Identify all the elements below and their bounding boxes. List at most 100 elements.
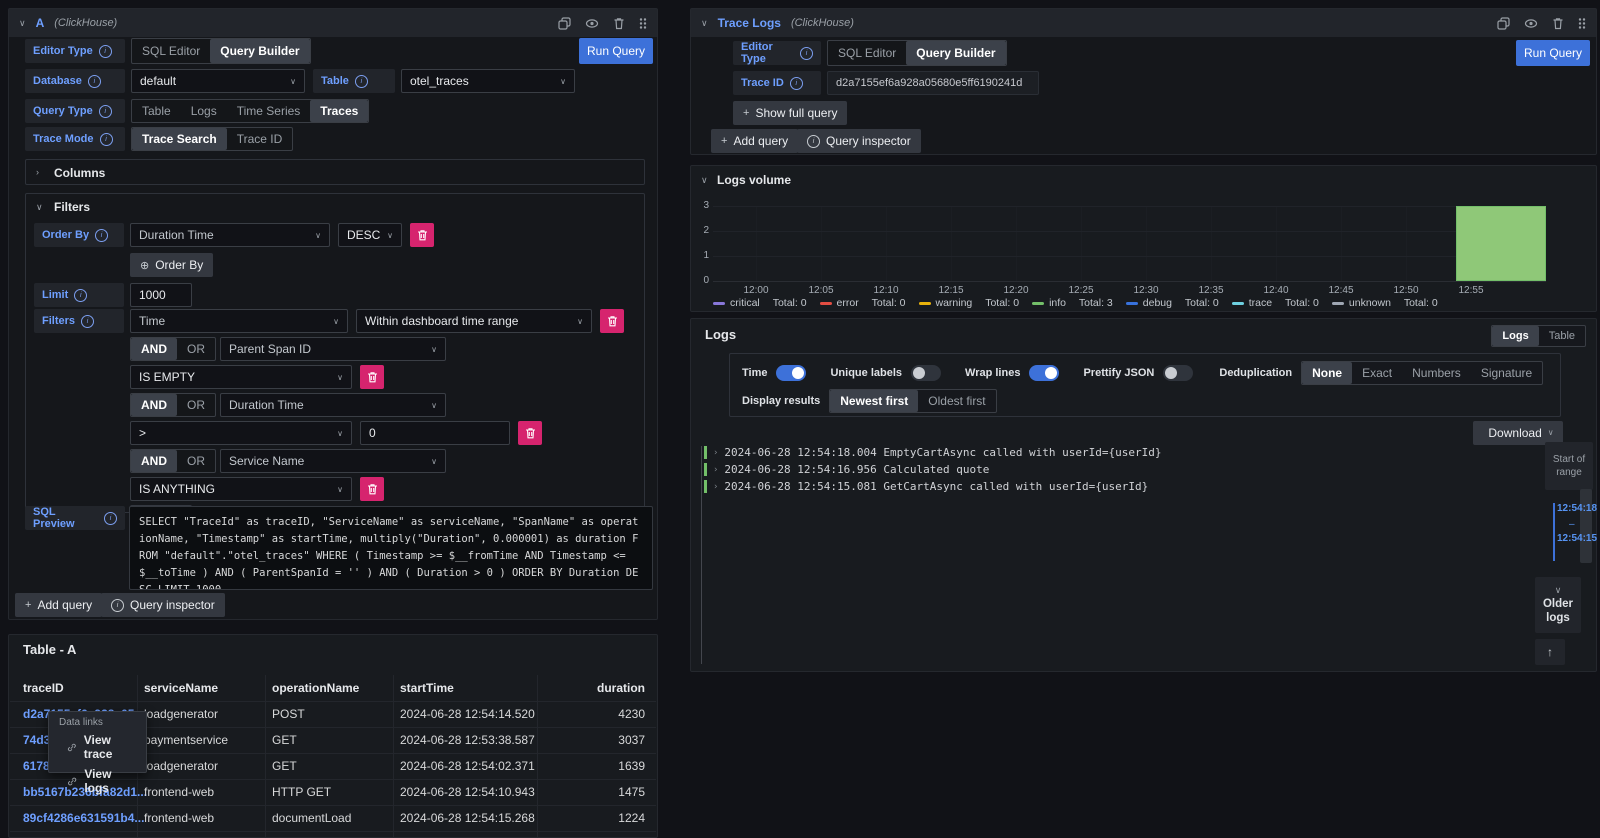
query-inspector-button[interactable]: iQuery inspector (101, 593, 225, 617)
trace-mode-id-option[interactable]: Trace ID (227, 128, 293, 150)
info-log-volume-bar[interactable] (1456, 206, 1546, 281)
dedup-numbers-option[interactable]: Numbers (1402, 362, 1471, 384)
info-icon[interactable]: i (88, 75, 101, 88)
remove-condition3-button[interactable] (360, 477, 384, 501)
or-option[interactable]: OR (177, 338, 215, 360)
database-select[interactable]: default∨ (131, 69, 305, 93)
view-logs-option[interactable]: Logs (1492, 326, 1538, 346)
drag-handle-icon[interactable] (1578, 17, 1586, 30)
prettify-json-toggle[interactable] (1163, 365, 1193, 381)
filter-time-operator-select[interactable]: Within dashboard time range∨ (356, 309, 592, 333)
info-icon[interactable]: i (99, 45, 112, 58)
older-logs-button[interactable]: ∨ Older logs (1535, 577, 1581, 633)
info-icon[interactable]: i (790, 77, 803, 90)
condition2-field-select[interactable]: Duration Time∨ (220, 393, 446, 417)
query-ref-title[interactable]: Trace Logs (718, 16, 781, 30)
add-query-button[interactable]: +Add query (711, 129, 798, 153)
oldest-first-option[interactable]: Oldest first (918, 390, 995, 412)
duplicate-icon[interactable] (1497, 17, 1510, 30)
table-select[interactable]: otel_traces∨ (401, 69, 575, 93)
collapse-chevron-icon[interactable]: ∨ (19, 19, 26, 28)
wrap-lines-toggle[interactable] (1029, 365, 1059, 381)
condition1-field-select[interactable]: Parent Span ID∨ (220, 337, 446, 361)
info-icon[interactable]: i (99, 105, 112, 118)
log-line[interactable]: › 2024-06-28 12:54:15.081 GetCartAsync c… (704, 479, 1148, 494)
view-trace-menu-item[interactable]: View trace (49, 730, 146, 764)
info-icon[interactable]: i (95, 229, 108, 242)
show-full-query-button[interactable]: +Show full query (733, 101, 847, 125)
remove-condition2-button[interactable] (518, 421, 542, 445)
columns-section[interactable]: › Columns (25, 159, 645, 185)
column-header-operationname[interactable]: operationName (272, 681, 359, 695)
logs-volume-plot[interactable] (713, 206, 1546, 282)
remove-time-filter-button[interactable] (600, 309, 624, 333)
remove-condition1-button[interactable] (360, 365, 384, 389)
scroll-to-top-button[interactable]: ↑ (1535, 639, 1565, 665)
run-query-button[interactable]: Run Query (1516, 40, 1590, 66)
legend-item-unknown[interactable]: unknown Total: 0 (1332, 297, 1438, 309)
editor-type-builder-option[interactable]: Query Builder (210, 39, 309, 63)
view-table-option[interactable]: Table (1539, 326, 1585, 346)
hide-query-eye-icon[interactable] (1524, 17, 1538, 30)
condition1-operator-select[interactable]: IS EMPTY∨ (130, 365, 352, 389)
logs-scrollbar[interactable] (1580, 489, 1592, 563)
query-ref-title[interactable]: A (36, 16, 45, 30)
info-icon[interactable]: i (355, 75, 368, 88)
condition2-operator-select[interactable]: >∨ (130, 421, 352, 445)
column-header-duration[interactable]: duration (545, 681, 645, 695)
condition3-operator-select[interactable]: IS ANYTHING∨ (130, 477, 352, 501)
editor-type-builder-option[interactable]: Query Builder (906, 41, 1005, 65)
filter-time-field-select[interactable]: Time∨ (130, 309, 348, 333)
remove-query-trash-icon[interactable] (1552, 17, 1564, 30)
trace-mode-search-option[interactable]: Trace Search (132, 128, 227, 150)
remove-query-trash-icon[interactable] (613, 17, 625, 30)
editor-type-sql-option[interactable]: SQL Editor (132, 39, 210, 63)
log-line[interactable]: › 2024-06-28 12:54:16.956 Calculated quo… (704, 462, 989, 477)
column-header-servicename[interactable]: serviceName (144, 681, 218, 695)
query-type-timeseries-option[interactable]: Time Series (227, 100, 311, 122)
editor-type-sql-option[interactable]: SQL Editor (828, 41, 906, 65)
query-type-table-option[interactable]: Table (132, 100, 181, 122)
column-header-starttime[interactable]: startTime (400, 681, 454, 695)
legend-item-debug[interactable]: debug Total: 0 (1126, 297, 1219, 309)
collapse-chevron-icon[interactable]: ∨ (701, 176, 708, 185)
info-icon[interactable]: i (100, 133, 113, 146)
unique-labels-toggle[interactable] (911, 365, 941, 381)
table-panel-title[interactable]: Table - A (23, 642, 76, 657)
query-type-traces-option[interactable]: Traces (310, 100, 368, 122)
legend-item-info[interactable]: info Total: 3 (1032, 297, 1113, 309)
chevron-down-icon[interactable]: ∨ (36, 203, 43, 212)
and-option[interactable]: AND (131, 338, 177, 360)
add-query-button[interactable]: +Add query (15, 593, 102, 617)
hide-query-eye-icon[interactable] (585, 17, 599, 30)
remove-order-by-button[interactable] (410, 223, 434, 247)
legend-item-error[interactable]: error Total: 0 (820, 297, 906, 309)
expand-log-chevron-icon[interactable]: › (713, 482, 718, 492)
expand-log-chevron-icon[interactable]: › (713, 465, 718, 475)
info-icon[interactable]: i (800, 47, 813, 60)
newest-first-option[interactable]: Newest first (830, 390, 918, 412)
trace-id-input[interactable]: d2a7155ef6a928a05680e5ff6190241d (827, 71, 1039, 95)
expand-log-chevron-icon[interactable]: › (713, 448, 718, 458)
view-logs-menu-item[interactable]: View logs (49, 764, 146, 798)
column-header-traceid[interactable]: traceID (23, 681, 64, 695)
or-option[interactable]: OR (177, 394, 215, 416)
order-by-direction-select[interactable]: DESC∨ (338, 223, 402, 247)
time-toggle[interactable] (776, 365, 806, 381)
limit-input[interactable]: 1000 (130, 283, 192, 307)
log-line[interactable]: › 2024-06-28 12:54:18.004 EmptyCartAsync… (704, 445, 1162, 460)
info-icon[interactable]: i (104, 512, 117, 525)
collapse-chevron-icon[interactable]: ∨ (701, 19, 708, 28)
legend-item-trace[interactable]: trace Total: 0 (1232, 297, 1319, 309)
drag-handle-icon[interactable] (639, 17, 647, 30)
dedup-exact-option[interactable]: Exact (1352, 362, 1402, 384)
and-option[interactable]: AND (131, 394, 177, 416)
run-query-button[interactable]: Run Query (579, 38, 653, 64)
legend-item-warning[interactable]: warning Total: 0 (919, 297, 1020, 309)
condition2-value-input[interactable]: 0 (360, 421, 510, 445)
dedup-signature-option[interactable]: Signature (1471, 362, 1542, 384)
query-type-logs-option[interactable]: Logs (181, 100, 227, 122)
query-inspector-button[interactable]: iQuery inspector (797, 129, 921, 153)
duplicate-icon[interactable] (558, 17, 571, 30)
trace-id-link[interactable]: 89cf4286e631591b4... (23, 811, 144, 825)
